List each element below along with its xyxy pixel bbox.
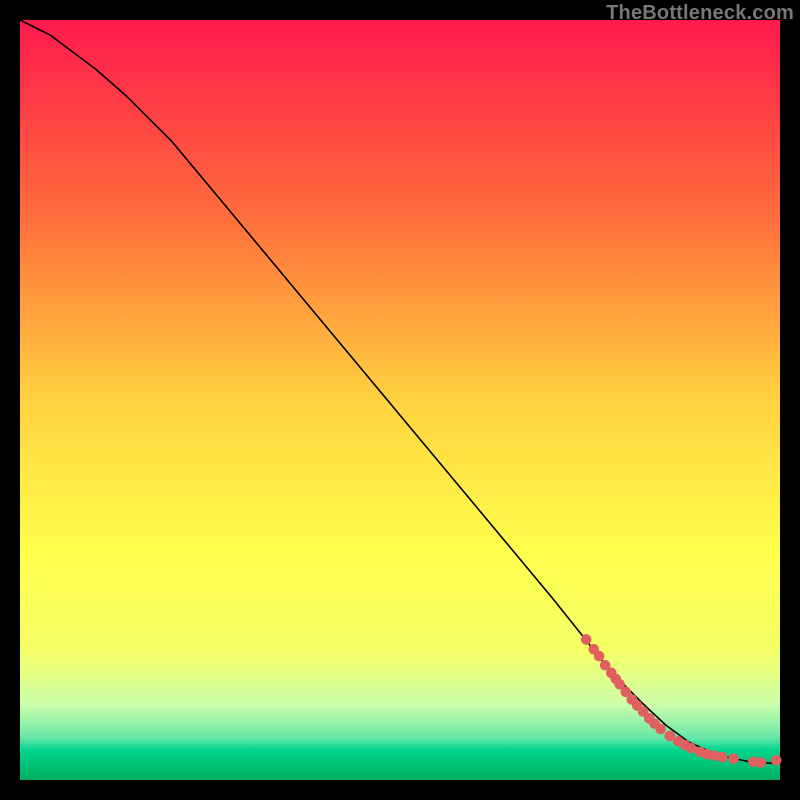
data-point: [771, 755, 782, 766]
bottleneck-chart: [0, 0, 800, 800]
data-point: [581, 634, 592, 645]
watermark-text: TheBottleneck.com: [606, 2, 794, 25]
data-point: [728, 753, 739, 764]
data-point: [594, 651, 605, 662]
data-point: [756, 757, 767, 768]
data-point: [686, 743, 697, 754]
data-point: [717, 752, 728, 763]
gradient-background: [20, 20, 780, 780]
data-point: [655, 724, 666, 735]
